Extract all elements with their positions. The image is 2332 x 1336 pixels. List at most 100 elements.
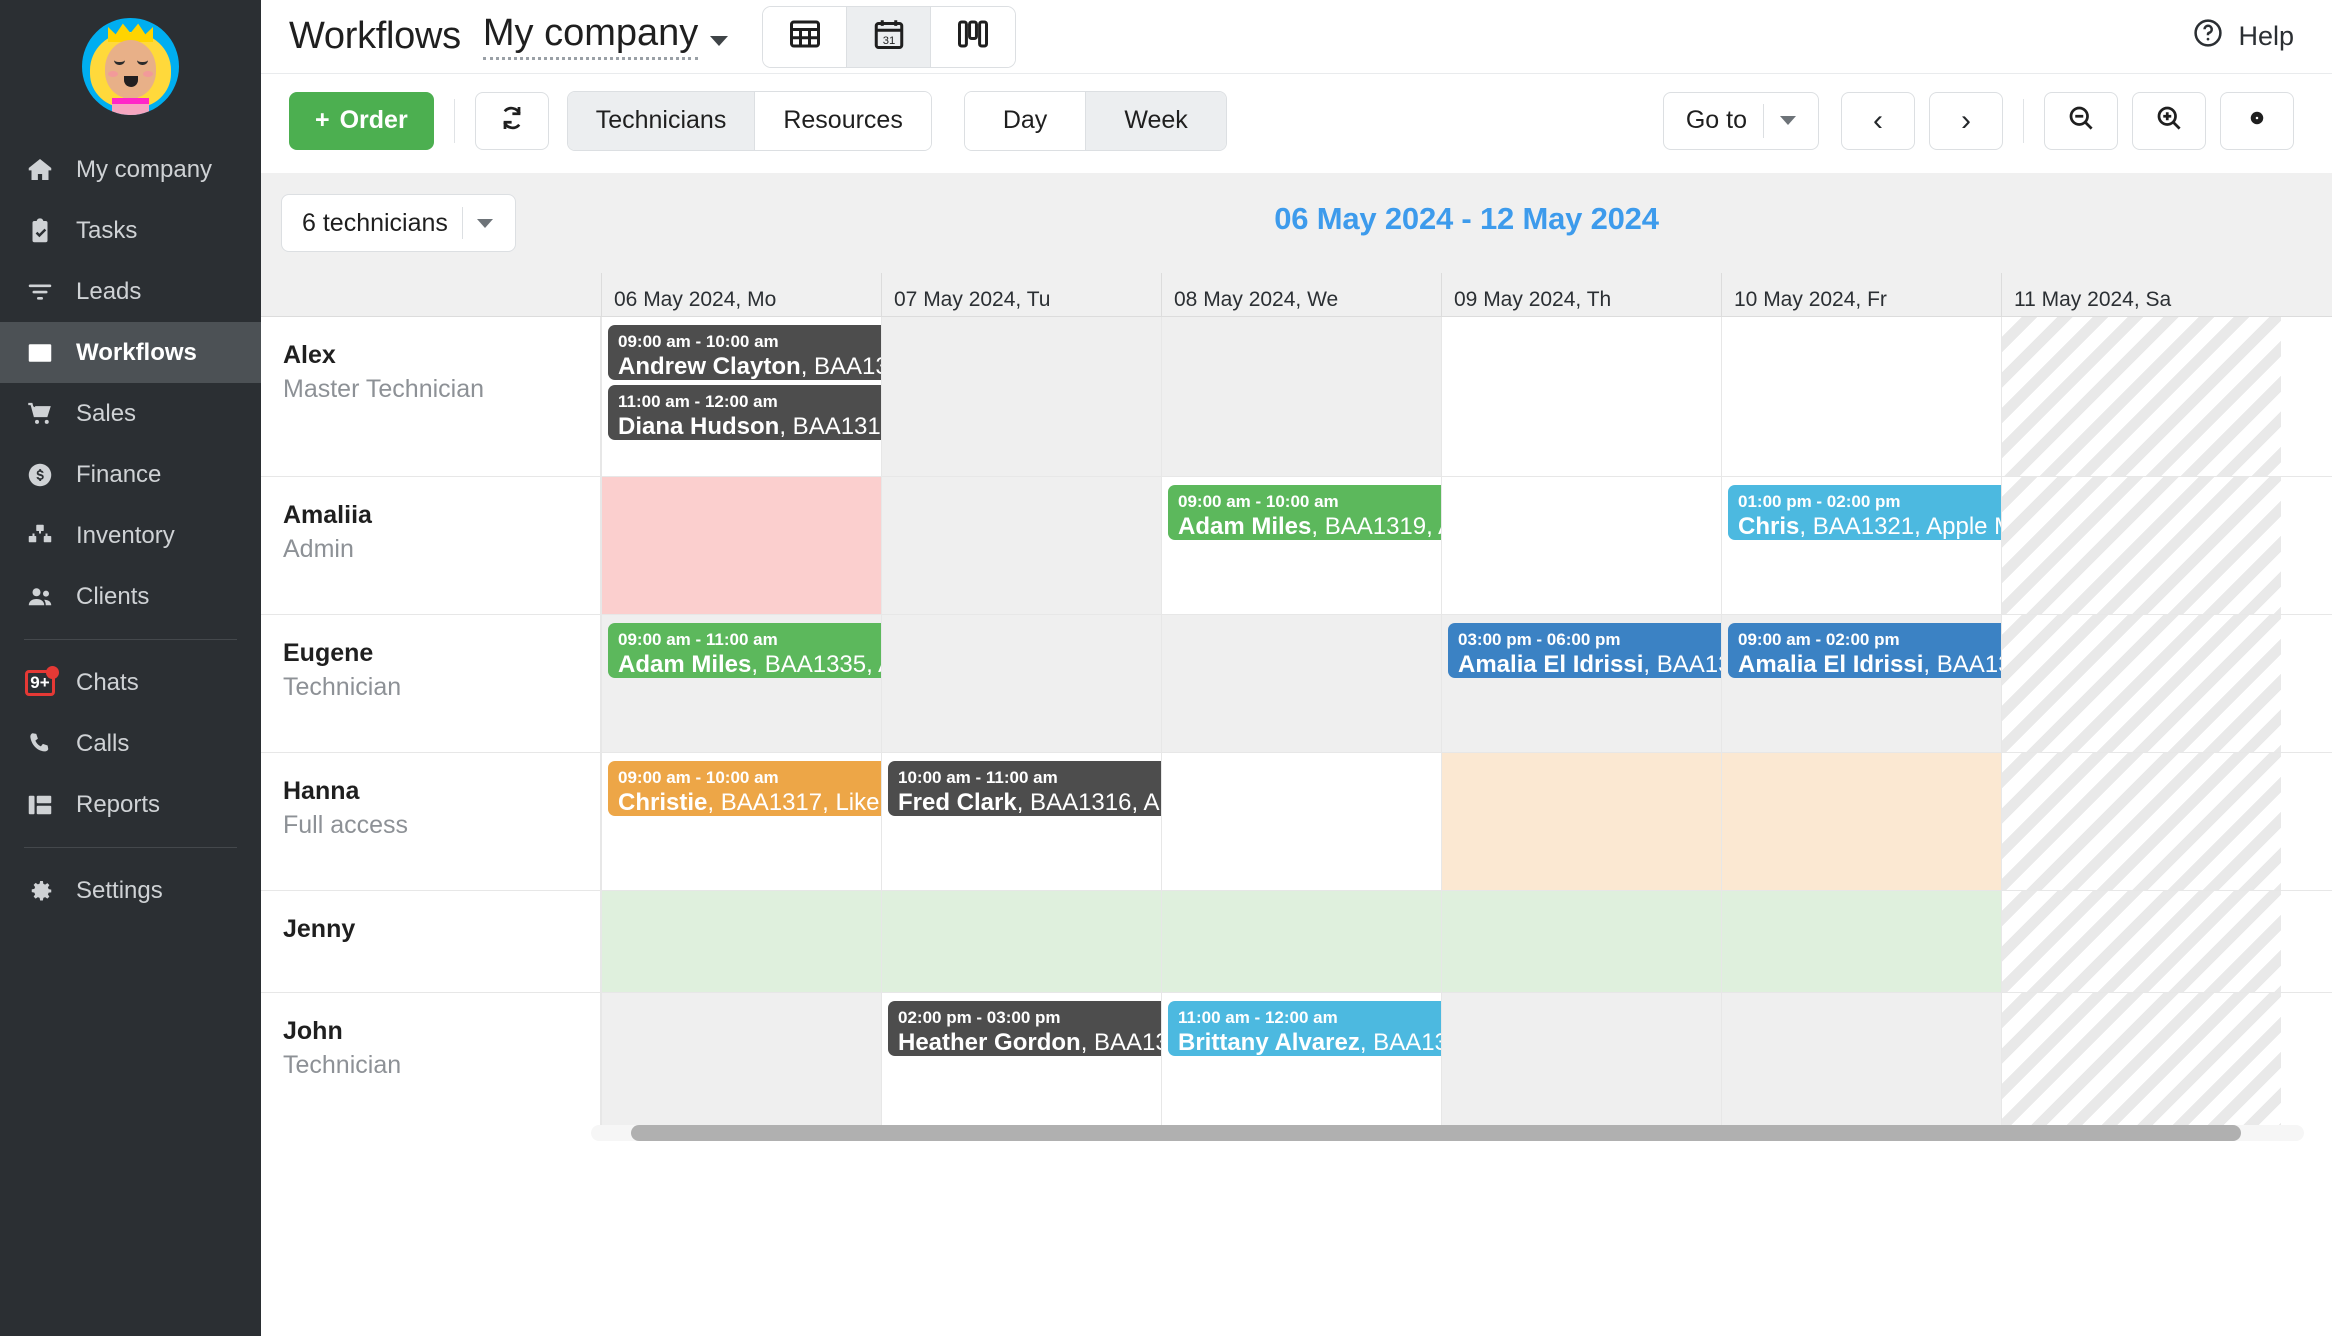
technician-filter-select[interactable]: 6 technicians	[281, 194, 516, 252]
technician-label[interactable]: Hanna Full access	[261, 753, 601, 890]
event-client-name: Brittany Alvarez	[1178, 1028, 1360, 1056]
clipboard-check-icon	[24, 215, 56, 247]
calendar-cell[interactable]	[2001, 615, 2281, 752]
tab-technicians[interactable]: Technicians	[567, 91, 756, 150]
calendar-cell[interactable]	[1161, 615, 1441, 752]
calendar-event[interactable]: 09:00 am - 11:00 am Adam Miles, BAA1335, …	[608, 623, 928, 678]
calendar-cell[interactable]	[2001, 993, 2281, 1129]
technician-label[interactable]: Jenny	[261, 891, 601, 992]
calendar-cell[interactable]: 09:00 am - 02:00 pm Amalia El Idrissi, BA…	[1721, 615, 2048, 752]
technician-label[interactable]: Alex Master Technician	[261, 317, 601, 476]
kanban-view-button[interactable]	[931, 6, 1016, 67]
tab-day[interactable]: Day	[964, 91, 1087, 150]
calendar-view-button[interactable]: 31	[847, 6, 932, 67]
calendar-cell[interactable]	[601, 891, 881, 992]
calendar-cell[interactable]	[601, 993, 881, 1129]
calendar-cell[interactable]	[1721, 993, 2001, 1129]
technician-role: Full access	[283, 810, 409, 839]
calendar-cell[interactable]	[2001, 477, 2281, 614]
tab-resources[interactable]: Resources	[755, 91, 931, 150]
sidebar-divider	[24, 639, 237, 640]
calendar-cell[interactable]	[1721, 753, 2001, 890]
help-button[interactable]: Help	[2192, 17, 2294, 56]
calendar-cell[interactable]: 09:00 am - 10:00 am Christie, BAA1317, Li…	[601, 753, 928, 890]
divider	[2023, 98, 2024, 143]
calendar-event[interactable]: 11:00 am - 12:00 am Diana Hudson, BAA1315	[608, 385, 928, 440]
sidebar-item-calls[interactable]: Calls	[0, 713, 261, 774]
calendar-cell[interactable]	[1441, 753, 1721, 890]
sidebar-item-settings[interactable]: Settings	[0, 860, 261, 921]
calendar-event[interactable]: 10:00 am - 11:00 am Fred Clark, BAA1316, …	[888, 761, 1208, 816]
horizontal-scrollbar-track[interactable]	[591, 1125, 2304, 1141]
sidebar-item-clients[interactable]: Clients	[0, 566, 261, 627]
calendar-event[interactable]: 09:00 am - 10:00 am Christie, BAA1317, Li…	[608, 761, 928, 816]
technician-label[interactable]: John Technician	[261, 993, 601, 1129]
next-period-button[interactable]: ›	[1929, 91, 2003, 150]
calendar-cell[interactable]	[1721, 317, 2001, 476]
calendar-cell[interactable]	[881, 891, 1161, 992]
sidebar-item-tasks[interactable]: Tasks	[0, 200, 261, 261]
calendar-cell[interactable]	[881, 317, 1161, 476]
calendar-event[interactable]: 09:00 am - 10:00 am Adam Miles, BAA1319, …	[1168, 485, 1488, 540]
refresh-icon	[497, 103, 527, 138]
technician-row-cells: 09:00 am - 10:00 am Adam Miles, BAA1319, …	[601, 477, 2332, 614]
sidebar-item-finance[interactable]: Finance	[0, 444, 261, 505]
calendar-cell[interactable]	[1721, 891, 2001, 992]
add-order-button[interactable]: + Order	[289, 91, 434, 150]
calendar-event[interactable]: 02:00 pm - 03:00 pm Heather Gordon, BAA13	[888, 1001, 1208, 1056]
calendar-event[interactable]: 09:00 am - 02:00 pm Amalia El Idrissi, BA…	[1728, 623, 2048, 678]
calendar-cell[interactable]	[1161, 753, 1441, 890]
calendar-cell[interactable]: 11:00 am - 12:00 am Brittany Alvarez, BAA…	[1161, 993, 1488, 1129]
calendar-cell[interactable]: 10:00 am - 11:00 am Fred Clark, BAA1316, …	[881, 753, 1208, 890]
refresh-button[interactable]	[474, 91, 549, 150]
calendar-cell[interactable]	[2001, 753, 2281, 890]
technician-row-cells: 09:00 am - 11:00 am Adam Miles, BAA1335, …	[601, 615, 2332, 752]
calendar-cell[interactable]	[881, 477, 1161, 614]
divider	[1763, 103, 1764, 138]
calendar-cell[interactable]: 03:00 pm - 06:00 pm Amalia El Idrissi, BA…	[1441, 615, 1768, 752]
calendar-event[interactable]: 03:00 pm - 06:00 pm Amalia El Idrissi, BA…	[1448, 623, 1768, 678]
calendar-cell[interactable]: 02:00 pm - 03:00 pm Heather Gordon, BAA13	[881, 993, 1208, 1129]
calendar-cell[interactable]	[1161, 317, 1441, 476]
calendar-cell[interactable]	[881, 615, 1161, 752]
sidebar-item-leads[interactable]: Leads	[0, 261, 261, 322]
technician-label[interactable]: Amaliia Admin	[261, 477, 601, 614]
sidebar-item-inventory[interactable]: Inventory	[0, 505, 261, 566]
calendar: 6 technicians 06 May 2024 - 12 May 2024 …	[261, 173, 2332, 1141]
calendar-cell[interactable]	[1161, 891, 1441, 992]
table-view-button[interactable]	[763, 6, 848, 67]
calendar-cell[interactable]	[1441, 477, 1721, 614]
calendar-cell[interactable]: 09:00 am - 10:00 am Andrew Clayton, BAA13…	[601, 317, 928, 476]
company-selector[interactable]: My company	[482, 14, 729, 60]
tab-week[interactable]: Week	[1086, 91, 1226, 150]
zoom-in-button[interactable]	[2132, 91, 2206, 150]
avatar[interactable]	[82, 18, 179, 115]
sidebar-item-my-company[interactable]: My company	[0, 139, 261, 200]
calendar-cell[interactable]	[2001, 891, 2281, 992]
prev-period-button[interactable]: ‹	[1841, 91, 1915, 150]
calendar-event[interactable]: 09:00 am - 10:00 am Andrew Clayton, BAA13	[608, 325, 928, 380]
calendar-cell[interactable]	[1441, 891, 1721, 992]
sidebar-item-chats[interactable]: 9+ Chats	[0, 652, 261, 713]
calendar-event[interactable]: 01:00 pm - 02:00 pm Chris, BAA1321, Apple…	[1728, 485, 2048, 540]
sidebar-item-sales[interactable]: Sales	[0, 383, 261, 444]
calendar-settings-button[interactable]	[2220, 91, 2294, 150]
sidebar: My company Tasks Leads Workflows Sales Financ…	[0, 0, 261, 1336]
calendar-cell[interactable]	[601, 477, 881, 614]
sidebar-item-reports[interactable]: Reports	[0, 774, 261, 835]
horizontal-scrollbar-thumb[interactable]	[631, 1125, 2241, 1141]
calendar-cell[interactable]	[1441, 993, 1721, 1129]
calendar-cell[interactable]	[2001, 317, 2281, 476]
calendar-cell[interactable]: 01:00 pm - 02:00 pm Chris, BAA1321, Apple…	[1721, 477, 2048, 614]
technician-role: Technician	[283, 672, 402, 701]
calendar-cell[interactable]	[1441, 317, 1721, 476]
calendar-cell[interactable]: 09:00 am - 10:00 am Adam Miles, BAA1319, …	[1161, 477, 1488, 614]
svg-text:31: 31	[883, 35, 896, 47]
goto-date-button[interactable]: Go to	[1662, 91, 1819, 150]
zoom-out-button[interactable]	[2044, 91, 2118, 150]
calendar-event[interactable]: 11:00 am - 12:00 am Brittany Alvarez, BAA…	[1168, 1001, 1488, 1056]
technician-label[interactable]: Eugene Technician	[261, 615, 601, 752]
sidebar-item-workflows[interactable]: Workflows	[0, 322, 261, 383]
calendar-cell[interactable]: 09:00 am - 11:00 am Adam Miles, BAA1335, …	[601, 615, 928, 752]
avatar-blush-right	[143, 71, 153, 77]
